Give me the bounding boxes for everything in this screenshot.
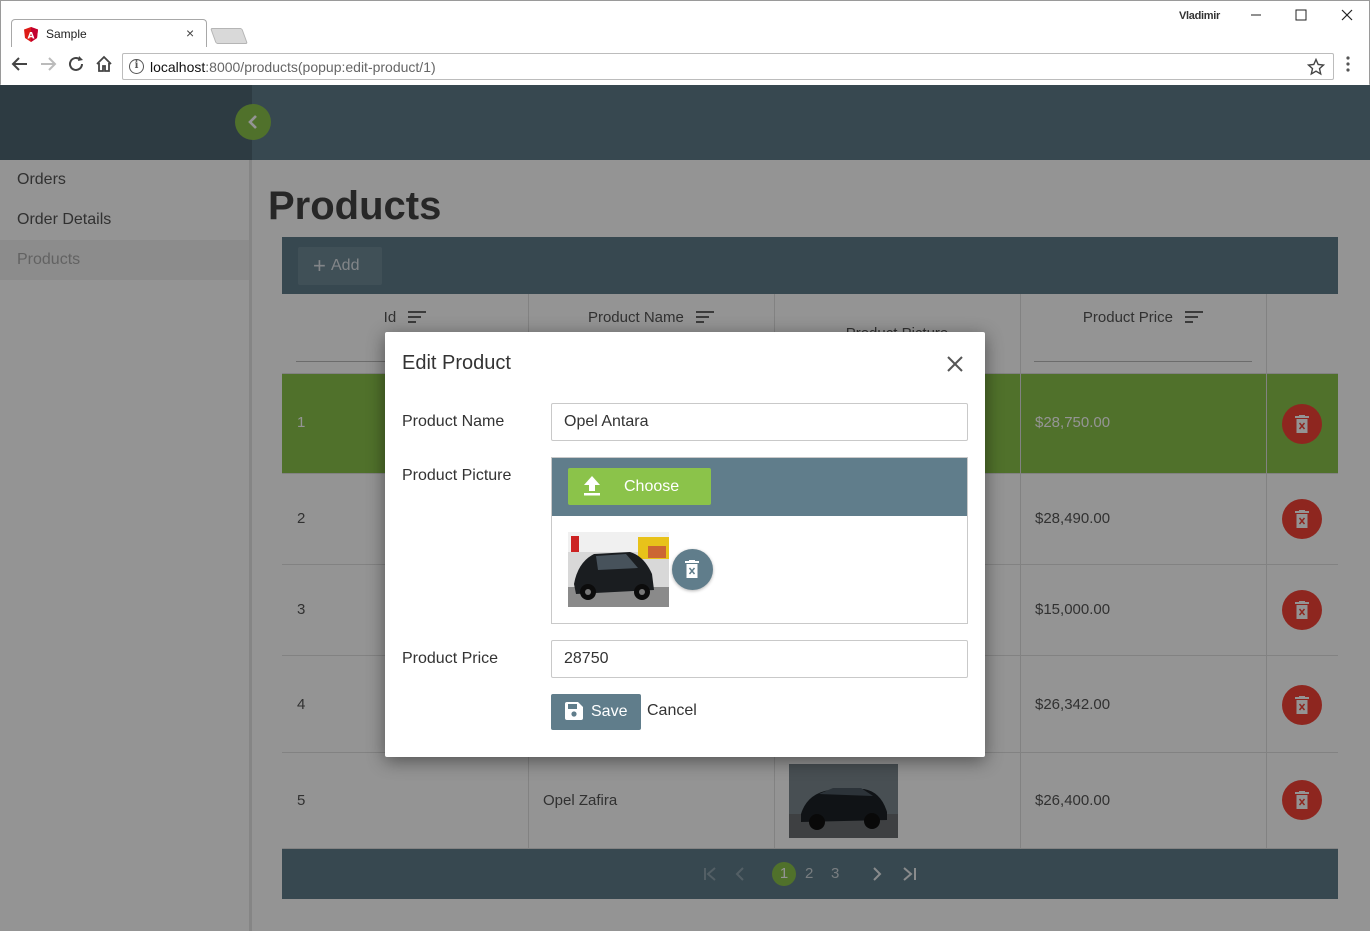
back-icon[interactable] [9,55,31,77]
edit-product-dialog: Edit Product Product Name Opel Antara Pr… [385,332,985,757]
reload-icon[interactable] [65,55,87,77]
car-image [568,532,669,607]
angular-icon: A [24,27,38,42]
maximize-icon[interactable] [1281,5,1321,29]
profile-name[interactable]: Vladimir [1179,10,1220,22]
choose-button[interactable]: Choose [568,468,711,505]
remove-picture-button[interactable] [672,549,713,590]
forward-icon[interactable] [37,55,59,77]
tab-close-icon[interactable]: × [186,24,194,42]
minimize-icon[interactable] [1236,5,1276,29]
tab-title: Sample [46,27,87,41]
product-picture-label: Product Picture [402,467,512,484]
browser-tab[interactable]: A Sample × [11,19,207,48]
info-icon[interactable]: i [129,59,144,74]
picture-upload: Choose [551,457,968,624]
svg-text:A: A [28,32,35,42]
save-button[interactable]: Save [551,694,641,730]
trash-icon [685,560,699,578]
choose-button-label: Choose [624,478,680,495]
window-close-icon[interactable] [1327,5,1367,29]
address-url[interactable]: localhost:8000/products(popup:edit-produ… [150,59,436,75]
uploaded-picture [568,532,669,607]
dialog-title: Edit Product [402,352,511,374]
close-icon[interactable] [945,354,965,374]
address-bar[interactable]: i localhost:8000/products(popup:edit-pro… [122,53,1334,80]
floppy-disk-icon [565,702,583,720]
save-button-label: Save [591,703,628,720]
tab-strip: A Sample × Vladimir [1,1,1369,48]
product-name-input[interactable]: Opel Antara [551,403,968,441]
upload-toolbar: Choose [552,458,967,516]
new-tab-button[interactable] [210,28,248,44]
bookmark-star-icon[interactable] [1307,58,1325,76]
browser-menu-icon[interactable] [1345,55,1351,77]
cancel-button[interactable]: Cancel [647,702,697,720]
product-name-label: Product Name [402,413,505,430]
upload-icon [584,476,600,496]
product-price-input[interactable]: 28750 [551,640,968,678]
browser-toolbar: i localhost:8000/products(popup:edit-pro… [1,47,1369,85]
product-price-label: Product Price [402,650,499,667]
browser-chrome: A Sample × Vladimir i localhost:8000/pro… [0,0,1370,85]
home-icon[interactable] [93,55,115,77]
